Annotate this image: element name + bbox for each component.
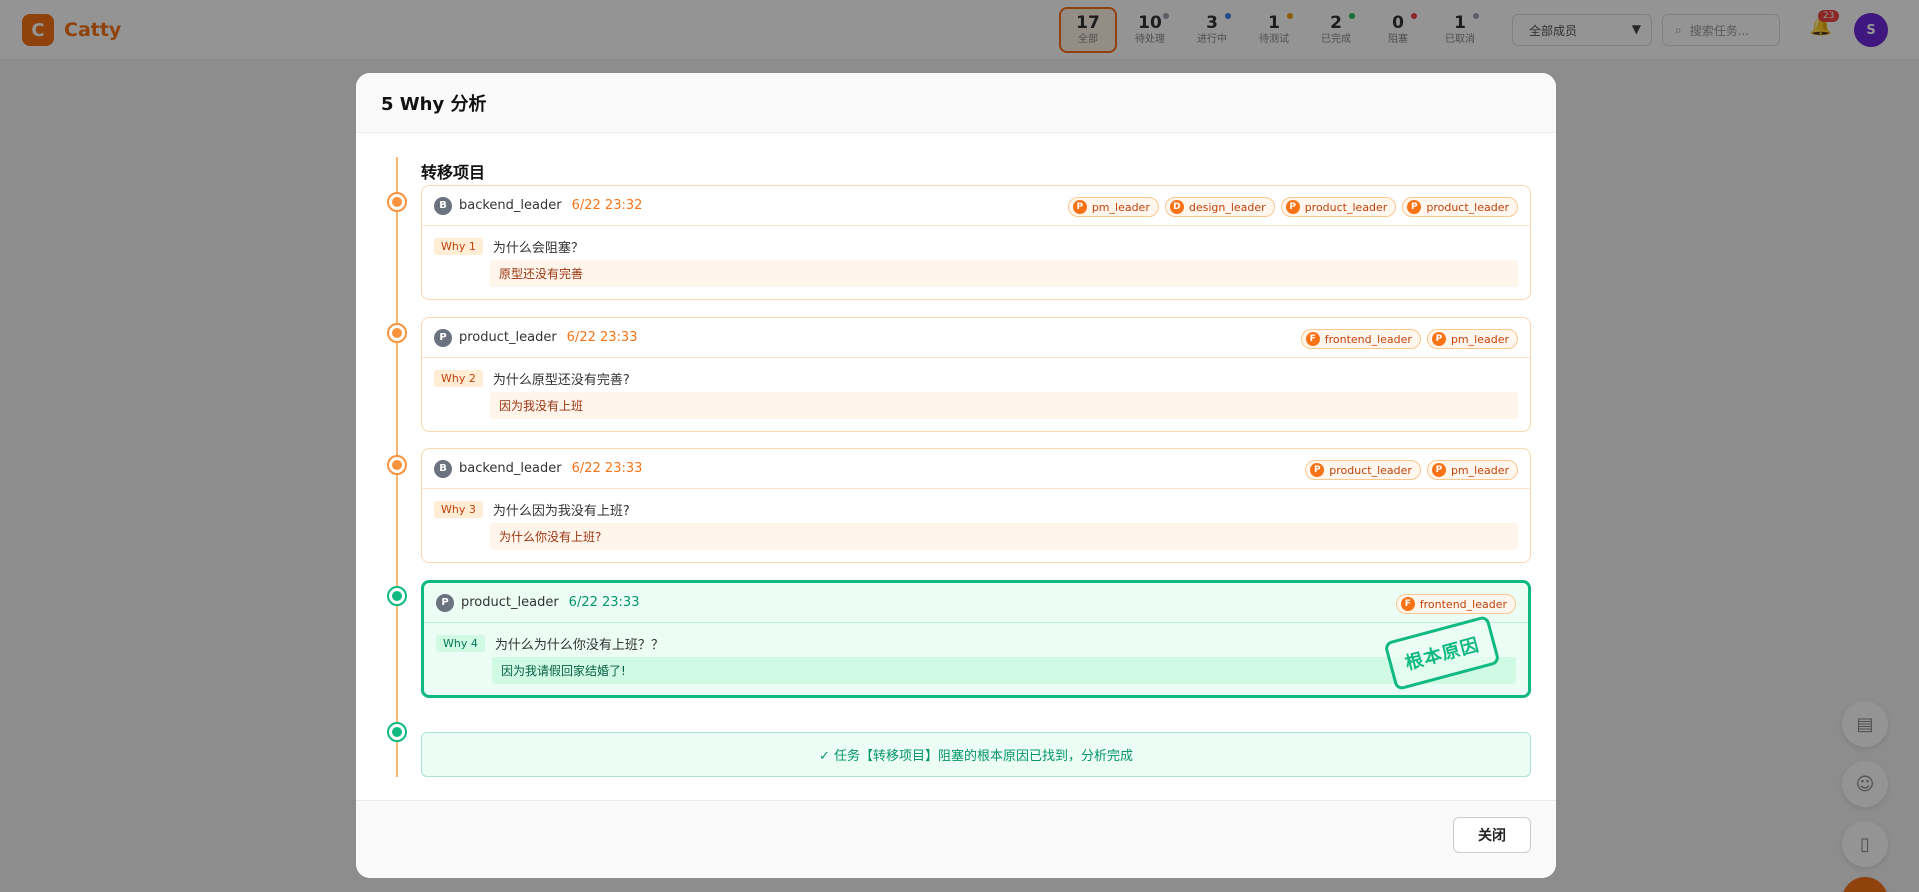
tag-avatar: P bbox=[1285, 200, 1300, 214]
user-tag[interactable]: Ppm_leader bbox=[1426, 460, 1518, 480]
timestamp: 6/22 23:33 bbox=[566, 330, 638, 345]
root-cause-card: P product_leader 6/22 23:33 Ffrontend_le… bbox=[421, 580, 1531, 698]
modal-title: 5 Why 分析 bbox=[381, 93, 487, 115]
author-name: backend_leader bbox=[459, 198, 562, 213]
user-tag[interactable]: Ffrontend_leader bbox=[1300, 329, 1421, 349]
timeline-dot bbox=[387, 192, 407, 212]
tag-name: product_leader bbox=[1304, 200, 1388, 214]
timeline-dot bbox=[387, 722, 407, 742]
timeline-dot bbox=[387, 323, 407, 343]
five-why-modal: 5 Why 分析 转移项目 B backend_leader 6/22 23:3… bbox=[356, 73, 1556, 878]
why-answer: 原型还没有完善 bbox=[490, 260, 1518, 287]
tag-avatar: D bbox=[1169, 200, 1184, 214]
why-question: 为什么原型还没有完善? bbox=[492, 372, 630, 388]
why-question: 为什么会阻塞？ bbox=[492, 240, 584, 256]
task-title: 转移项目 bbox=[421, 163, 486, 182]
why-row: Why 2 为什么原型还没有完善? bbox=[422, 358, 1530, 390]
author-name: product_leader bbox=[461, 595, 559, 610]
why-card: B backend_leader 6/22 23:32 Ppm_leader D… bbox=[421, 185, 1531, 300]
author-avatar: P bbox=[436, 593, 454, 612]
why-question: 为什么因为我没有上班? bbox=[492, 503, 630, 519]
modal-footer: 关闭 bbox=[356, 800, 1556, 878]
user-tag[interactable]: Pproduct_leader bbox=[1305, 460, 1421, 480]
tag-name: product_leader bbox=[1426, 200, 1509, 214]
tag-name: design_leader bbox=[1188, 200, 1266, 214]
close-button[interactable]: 关闭 bbox=[1453, 817, 1531, 853]
why-row: Why 1 为什么会阻塞？ bbox=[422, 226, 1530, 258]
card-header: B backend_leader 6/22 23:32 Ppm_leader D… bbox=[422, 186, 1530, 226]
mentioned-users: Ppm_leader Ddesign_leader Pproduct_leade… bbox=[1067, 197, 1518, 217]
timestamp: 6/22 23:33 bbox=[571, 461, 643, 476]
card-header: P product_leader 6/22 23:33 Ffrontend_le… bbox=[424, 583, 1528, 623]
why-answer: 为什么你没有上班? bbox=[490, 523, 1518, 550]
user-tag[interactable]: Ddesign_leader bbox=[1164, 197, 1275, 217]
tag-name: product_leader bbox=[1329, 463, 1412, 477]
tag-name: frontend_leader bbox=[1324, 332, 1412, 346]
why-badge: Why 3 bbox=[434, 500, 483, 518]
tag-name: pm_leader bbox=[1450, 463, 1509, 477]
user-tag[interactable]: Pproduct_leader bbox=[1402, 197, 1518, 217]
author-name: backend_leader bbox=[459, 461, 562, 476]
tag-avatar: F bbox=[1400, 597, 1415, 611]
tag-avatar: P bbox=[1431, 463, 1446, 477]
why-answer: 因为我请假回家结婚了! bbox=[492, 657, 1516, 684]
mentioned-users: Ffrontend_leader Ppm_leader bbox=[1300, 329, 1518, 349]
why-card: P product_leader 6/22 23:33 Ffrontend_le… bbox=[421, 317, 1531, 432]
user-tag[interactable]: Ppm_leader bbox=[1067, 197, 1159, 217]
mentioned-users: Pproduct_leader Ppm_leader bbox=[1305, 460, 1518, 480]
mentioned-users: Ffrontend_leader bbox=[1395, 594, 1516, 614]
why-card: B backend_leader 6/22 23:33 Pproduct_lea… bbox=[421, 448, 1531, 563]
tag-avatar: F bbox=[1305, 332, 1320, 346]
timeline-dot bbox=[387, 586, 407, 606]
tag-name: pm_leader bbox=[1450, 332, 1509, 346]
user-tag[interactable]: Ffrontend_leader bbox=[1395, 594, 1516, 614]
timeline-dot bbox=[387, 455, 407, 475]
card-header: P product_leader 6/22 23:33 Ffrontend_le… bbox=[422, 318, 1530, 358]
why-question: 为什么为什么你没有上班？？ bbox=[494, 637, 664, 653]
tag-avatar: P bbox=[1072, 200, 1087, 214]
author-avatar: B bbox=[434, 196, 452, 215]
tag-name: frontend_leader bbox=[1419, 597, 1507, 611]
why-row: Why 3 为什么因为我没有上班? bbox=[422, 489, 1530, 521]
author-avatar: B bbox=[434, 459, 452, 478]
tag-avatar: P bbox=[1310, 463, 1325, 477]
user-tag[interactable]: Ppm_leader bbox=[1426, 329, 1518, 349]
modal-header: 5 Why 分析 bbox=[356, 73, 1556, 133]
analysis-complete-banner: ✓ 任务【转移项目】阻塞的根本原因已找到，分析完成 bbox=[421, 732, 1531, 777]
author-avatar: P bbox=[434, 328, 452, 347]
why-badge: Why 2 bbox=[434, 369, 483, 387]
why-row: Why 4 为什么为什么你没有上班？？ bbox=[424, 623, 1528, 655]
timestamp: 6/22 23:33 bbox=[568, 595, 640, 610]
modal-body: 转移项目 B backend_leader 6/22 23:32 Ppm_lea… bbox=[356, 133, 1556, 800]
why-answer: 因为我没有上班 bbox=[490, 392, 1518, 419]
author-name: product_leader bbox=[459, 330, 557, 345]
why-badge: Why 1 bbox=[434, 237, 483, 255]
card-header: B backend_leader 6/22 23:33 Pproduct_lea… bbox=[422, 449, 1530, 489]
tag-name: pm_leader bbox=[1091, 200, 1150, 214]
tag-avatar: P bbox=[1431, 332, 1446, 346]
tag-avatar: P bbox=[1407, 200, 1422, 214]
timestamp: 6/22 23:32 bbox=[571, 198, 643, 213]
why-badge: Why 4 bbox=[436, 634, 485, 652]
user-tag[interactable]: Pproduct_leader bbox=[1280, 197, 1397, 217]
